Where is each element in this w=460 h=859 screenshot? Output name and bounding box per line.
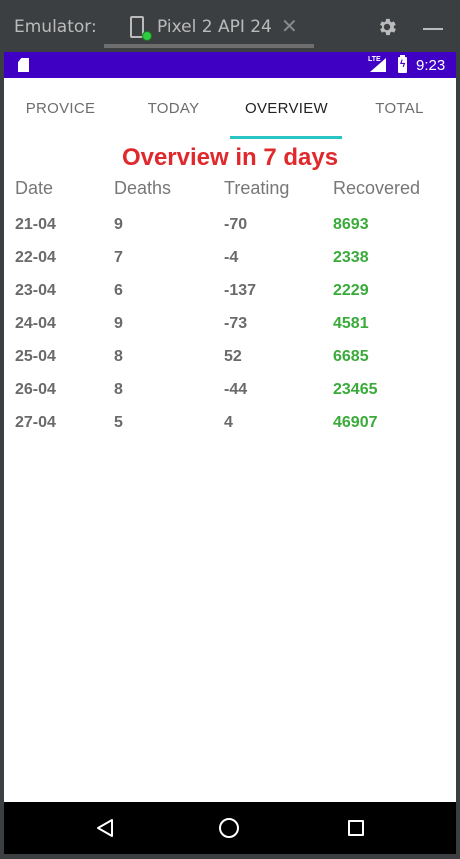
phone-screen: LTE ϟ 9:23 PROVICE TODAY OVERVIEW TOTAL … (4, 52, 456, 854)
column-header-treating: Treating (224, 178, 290, 198)
cell-date: 27-04 (15, 414, 56, 431)
back-icon[interactable] (96, 818, 114, 838)
table-row: 26-04 8 -44 23465 (15, 381, 445, 414)
table-row: 22-04 7 -4 2338 (15, 249, 445, 282)
close-tab-icon[interactable]: ✕ (281, 14, 298, 39)
cell-treating: -73 (224, 315, 248, 332)
cell-date: 25-04 (15, 348, 56, 365)
table-row: 21-04 9 -70 8693 (15, 216, 445, 249)
table-row: 27-04 5 4 46907 (15, 414, 445, 447)
cell-deaths: 8 (114, 348, 123, 365)
column-header-deaths: Deaths (114, 178, 172, 198)
cell-deaths: 6 (114, 282, 123, 299)
charging-icon: ϟ (400, 59, 406, 70)
cell-treating: -44 (224, 381, 248, 398)
cell-treating: -70 (224, 216, 248, 233)
cell-recovered: 2338 (333, 249, 369, 266)
sd-card-icon (18, 58, 29, 72)
cell-date: 24-04 (15, 315, 56, 332)
page-title: Overview in 7 days (121, 144, 339, 171)
tab-indicator (230, 136, 342, 139)
cell-deaths: 5 (114, 414, 123, 431)
column-header-date: Date (15, 178, 54, 198)
tab-bar: PROVICE TODAY OVERVIEW TOTAL (4, 78, 456, 140)
tab-today[interactable]: TODAY (117, 78, 230, 140)
cell-treating: 4 (224, 414, 233, 431)
cell-date: 22-04 (15, 249, 56, 266)
tab-provice[interactable]: PROVICE (4, 78, 117, 140)
status-time: 9:23 (416, 57, 446, 74)
gear-icon[interactable] (376, 16, 398, 38)
cell-treating: 52 (224, 348, 242, 365)
cell-deaths: 7 (114, 249, 123, 266)
cell-deaths: 9 (114, 216, 123, 233)
cell-deaths: 8 (114, 381, 123, 398)
emulator-toolbar: Emulator: Pixel 2 API 24 ✕ (0, 0, 460, 52)
cell-recovered: 4581 (333, 315, 369, 332)
network-type-label: LTE (368, 56, 381, 63)
table-row: 23-04 6 -137 2229 (15, 282, 445, 315)
cell-treating: -4 (224, 249, 239, 266)
emulator-label: Emulator: (14, 17, 97, 37)
device-online-icon (142, 31, 152, 41)
column-header-recovered: Recovered (333, 178, 421, 198)
cell-recovered: 6685 (333, 348, 369, 365)
device-tab-label[interactable]: Pixel 2 API 24 (157, 17, 272, 37)
tab-total[interactable]: TOTAL (343, 78, 456, 140)
cell-recovered: 46907 (333, 414, 378, 431)
home-icon[interactable] (219, 818, 239, 838)
cell-treating: -137 (224, 282, 257, 299)
cell-recovered: 23465 (333, 381, 378, 398)
recent-apps-icon[interactable] (348, 820, 364, 836)
cell-recovered: 2229 (333, 282, 369, 299)
cell-deaths: 9 (114, 315, 123, 332)
status-bar: LTE ϟ 9:23 (4, 52, 456, 78)
tab-overview[interactable]: OVERVIEW (230, 78, 343, 140)
device-tab-underline (104, 44, 314, 48)
table-row: 24-04 9 -73 4581 (15, 315, 445, 348)
table-row: 25-04 8 52 6685 (15, 348, 445, 381)
cell-date: 23-04 (15, 282, 56, 299)
minimize-icon[interactable] (423, 28, 443, 30)
navigation-bar (4, 802, 456, 854)
cell-date: 26-04 (15, 381, 56, 398)
cell-date: 21-04 (15, 216, 56, 233)
cell-recovered: 8693 (333, 216, 369, 233)
